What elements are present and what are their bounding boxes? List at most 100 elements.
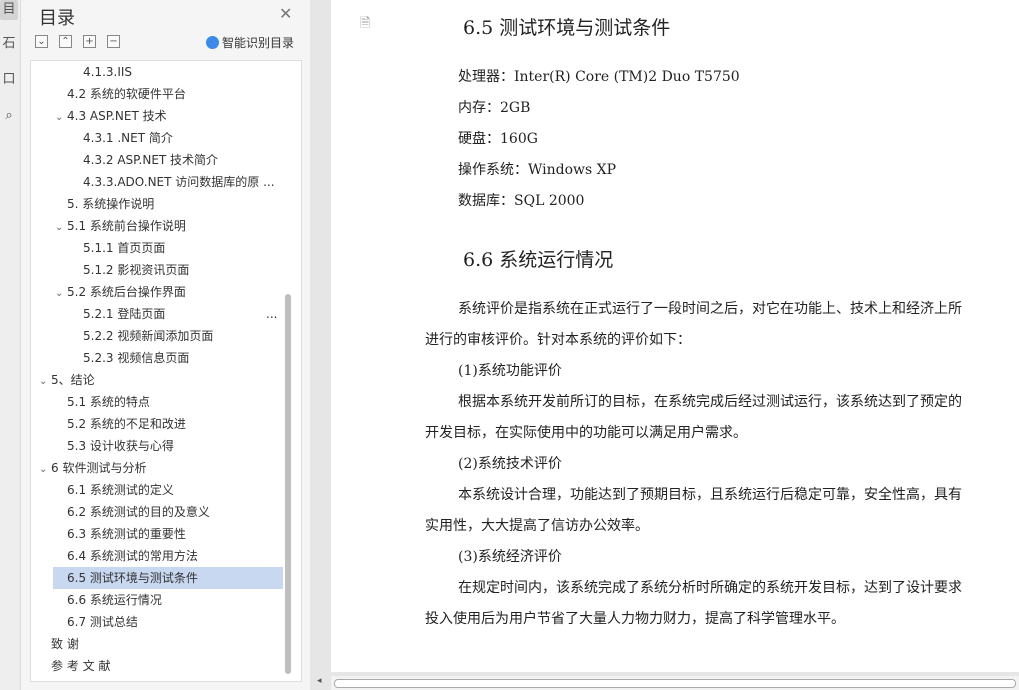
toc-item[interactable]: 6.1 系统测试的定义 — [31, 479, 301, 501]
toc-item[interactable]: 致 谢 — [31, 633, 289, 655]
body-text-line: (2)系统技术评价 — [458, 456, 562, 472]
body-text-line: (3)系统经济评价 — [458, 549, 562, 565]
toc-item[interactable]: 6.7 测试总结 — [31, 611, 301, 633]
body-text-line: 实用性，大大提高了信访办公效率。 — [425, 518, 649, 534]
toc-item-label: 6.4 系统测试的常用方法 — [67, 549, 198, 563]
toc-tree: 4.1.3.IIS 4.2 系统的软硬件平台 ⌄ 4.3 ASP.NET 技术 4.3.… — [30, 60, 302, 682]
body-text-line: 系统评价是指系统在正式运行了一段时间之后，对它在功能上、技术上和经济上所 — [458, 301, 962, 317]
toc-panel-icon[interactable]: 目 — [0, 0, 18, 20]
toc-item-label: 5、结论 — [51, 373, 95, 387]
body-text-line: 开发目标，在实际使用中的功能可以满足用户需求。 — [425, 425, 747, 441]
toc-item-label: 5.1 系统前台操作说明 — [67, 219, 186, 233]
spec-database: 数据库：SQL 2000 — [458, 193, 585, 209]
side-icon-rail: 目 石 口 ⌕ — [0, 0, 21, 690]
toc-item-label: 5.2.3 视频信息页面 — [83, 351, 190, 365]
toc-item[interactable]: 5.3 设计收获与心得 — [31, 435, 301, 457]
toc-item[interactable]: 4.3.1 .NET 简介 — [31, 127, 301, 149]
toc-item[interactable]: 4.3.2 ASP.NET 技术简介 — [31, 149, 301, 171]
chevron-down-icon[interactable]: ⌄ — [39, 371, 51, 393]
toc-item-label: 4.3.2 ASP.NET 技术简介 — [83, 153, 219, 167]
toc-item-label: 4.1.3.IIS — [83, 65, 133, 79]
collapse-all-icon[interactable]: ⌄ — [35, 35, 48, 48]
spec-memory: 内存：2GB — [458, 100, 531, 116]
more-options-icon[interactable]: ... — [266, 303, 277, 325]
toc-item-label: 致 谢 — [51, 637, 79, 651]
toc-item-label: 5.2 系统的不足和改进 — [67, 417, 186, 431]
heading-6-5: 6.5 测试环境与测试条件 — [463, 17, 671, 39]
spec-os: 操作系统：Windows XP — [458, 162, 617, 178]
toc-item[interactable]: 5. 系统操作说明 — [31, 193, 301, 215]
body-text-line: 本系统设计合理，功能达到了预期目标，且系统运行后稳定可靠，安全性高，具有 — [458, 487, 962, 503]
add-item-icon[interactable]: + — [83, 35, 96, 48]
toc-item[interactable]: 5.2.3 视频信息页面 — [31, 347, 301, 369]
toc-item[interactable]: 5.2.2 视频新闻添加页面 — [31, 325, 301, 347]
toc-item-label: 6 软件测试与分析 — [51, 461, 147, 475]
chevron-down-icon[interactable]: ⌄ — [55, 217, 67, 239]
toc-item[interactable]: 6.2 系统测试的目的及意义 — [31, 501, 301, 523]
smart-detect-label: 智能识别目录 — [222, 36, 295, 50]
spec-disk: 硬盘：160G — [458, 131, 538, 147]
chevron-down-icon[interactable]: ⌄ — [55, 283, 67, 305]
toc-title: 目录 — [39, 8, 75, 29]
toc-item-label: 4.3.3.ADO.NET 访问数据库的原 ... — [83, 175, 275, 189]
toc-item[interactable]: ⌄ 5.1 系统前台操作说明 — [31, 215, 301, 239]
toc-item-label: 6.2 系统测试的目的及意义 — [67, 505, 210, 519]
toc-item[interactable]: 6.5 测试环境与测试条件 — [53, 567, 283, 589]
remove-item-icon[interactable]: − — [107, 35, 120, 48]
chevron-down-icon[interactable]: ⌄ — [55, 107, 67, 129]
body-text-line: 在规定时间内，该系统完成了系统分析时所确定的系统开发目标，达到了设计要求 — [458, 580, 962, 596]
search-icon[interactable]: ⌕ — [0, 106, 18, 126]
toc-item[interactable]: 5.2 系统的不足和改进 — [31, 413, 301, 435]
toc-item[interactable]: 5.1 系统的特点 — [31, 391, 301, 413]
toc-item-label: 4.3 ASP.NET 技术 — [67, 109, 167, 123]
toc-item[interactable]: ⌄ 5、结论 — [31, 369, 289, 391]
body-text-line: 投入使用后为用户节省了大量人力物力财力，提高了科学管理水平。 — [425, 611, 845, 627]
smart-detect-toc-button[interactable]: 智能识别目录 — [206, 34, 294, 51]
toc-item[interactable]: 4.1.3.IIS — [31, 61, 301, 83]
horizontal-scrollbar[interactable] — [331, 676, 1019, 690]
toc-item-label: 4.3.1 .NET 简介 — [83, 131, 173, 145]
expand-all-icon[interactable]: ⌃ — [59, 35, 72, 48]
toc-item-label: 4.2 系统的软硬件平台 — [67, 87, 186, 101]
toc-item-label: 6.5 测试环境与测试条件 — [67, 571, 198, 585]
toc-item-label: 5.3 设计收获与心得 — [67, 439, 174, 453]
toc-item-label: 6.3 系统测试的重要性 — [67, 527, 186, 541]
chevron-down-icon[interactable]: ⌄ — [39, 459, 51, 481]
toc-item[interactable]: 6.6 系统运行情况 — [31, 589, 301, 611]
toc-item-label: 5.2 系统后台操作界面 — [67, 285, 186, 299]
toc-item[interactable]: 4.2 系统的软硬件平台 — [31, 83, 301, 105]
heading-6-6: 6.6 系统运行情况 — [463, 249, 614, 271]
toc-item-label: 5.2.1 登陆页面 — [83, 307, 166, 321]
ai-icon — [206, 36, 219, 49]
toc-item-label: 5.1.1 首页页面 — [83, 241, 166, 255]
toc-item[interactable]: 4.3.3.ADO.NET 访问数据库的原 ... — [31, 171, 301, 193]
toc-item[interactable]: 6.4 系统测试的常用方法 — [31, 545, 301, 567]
toc-item-label: 6.7 测试总结 — [67, 615, 138, 629]
toc-item-label: 5.1 系统的特点 — [67, 395, 150, 409]
toc-item[interactable]: 参 考 文 献 — [31, 655, 289, 677]
toc-item[interactable]: ⌄ 6 软件测试与分析 — [31, 457, 289, 479]
body-text-line: 根据本系统开发前所订的目标，在系统完成后经过测试运行，该系统达到了预定的 — [458, 394, 962, 410]
body-text-line: 进行的审核评价。针对本系统的评价如下： — [425, 332, 691, 348]
toc-item[interactable]: 5.2.1 登陆页面... — [31, 303, 301, 325]
toc-item-label: 6.6 系统运行情况 — [67, 593, 162, 607]
thumbnail-panel-icon[interactable]: 口 — [0, 70, 18, 90]
toc-item[interactable]: 5.1.2 影视资讯页面 — [31, 259, 301, 281]
toc-item[interactable]: ⌄ 5.2 系统后台操作界面 — [31, 281, 301, 305]
close-icon[interactable]: ✕ — [279, 4, 292, 23]
spec-cpu: 处理器：Inter(R) Core (TM)2 Duo T5750 — [458, 69, 740, 85]
toc-item-label: 5.2.2 视频新闻添加页面 — [83, 329, 214, 343]
bookmark-panel-icon[interactable]: 石 — [0, 34, 18, 54]
page-icon[interactable]: 🗎 — [360, 14, 370, 36]
toc-pane: 目录 ✕ ⌄ ⌃ + − 智能识别目录 4.1.3.IIS 4.2 系统的软硬件平… — [21, 0, 310, 690]
toc-item[interactable]: 6.3 系统测试的重要性 — [31, 523, 301, 545]
toc-item[interactable]: 5.1.1 首页页面 — [31, 237, 301, 259]
toc-item-label: 5.1.2 影视资讯页面 — [83, 263, 190, 277]
toc-item-label: 5. 系统操作说明 — [67, 197, 155, 211]
body-text-line: (1)系统功能评价 — [458, 363, 562, 379]
toc-item-label: 6.1 系统测试的定义 — [67, 483, 174, 497]
scroll-left-icon[interactable]: ◂ — [317, 676, 322, 686]
horizontal-scroll-thumb[interactable] — [334, 679, 1016, 688]
toc-item[interactable]: ⌄ 4.3 ASP.NET 技术 — [31, 105, 301, 129]
toc-item-label: 参 考 文 献 — [51, 659, 111, 673]
